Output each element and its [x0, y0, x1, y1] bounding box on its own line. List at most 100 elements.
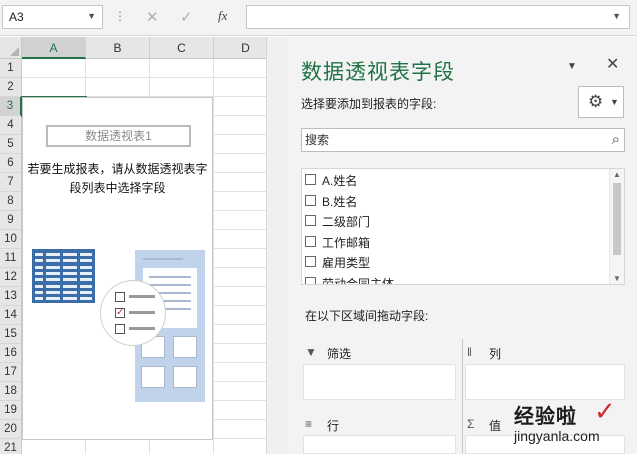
- row-header-19[interactable]: 19: [0, 401, 22, 420]
- illustration-cell: [35, 290, 43, 294]
- column-header-a[interactable]: A: [22, 37, 86, 59]
- field-list-item[interactable]: A.姓名: [302, 170, 608, 190]
- field-checkbox[interactable]: [305, 194, 316, 206]
- field-checkbox[interactable]: [305, 235, 316, 247]
- row-header-3[interactable]: 3: [0, 97, 22, 116]
- field-checkbox[interactable]: [305, 215, 316, 226]
- illustration-cell: [80, 259, 92, 263]
- chevron-down-icon: ▼: [610, 97, 619, 107]
- filter-icon: ▼: [305, 345, 317, 359]
- scroll-up-icon[interactable]: ▲: [613, 170, 621, 179]
- row-header-15[interactable]: 15: [0, 325, 22, 344]
- field-checkbox[interactable]: [305, 174, 316, 185]
- illustration-cell: [46, 271, 60, 275]
- field-list-item[interactable]: B.姓名: [302, 191, 608, 211]
- illustration-cell: [80, 253, 92, 256]
- pane-splitter[interactable]: [266, 37, 287, 454]
- row-header-14[interactable]: 14: [0, 306, 22, 325]
- row-header-21[interactable]: 21: [0, 439, 22, 454]
- row-header-6[interactable]: 6: [0, 154, 22, 173]
- scroll-thumb[interactable]: [613, 183, 621, 255]
- illustration-cell: [46, 297, 60, 301]
- chevron-down-icon[interactable]: ▼: [87, 11, 96, 21]
- rows-icon: ≡: [305, 417, 313, 431]
- illustration-cell: [63, 284, 77, 288]
- columns-area-header: ‖ 列: [467, 342, 617, 364]
- pivot-table-placeholder[interactable]: 数据透视表1 若要生成报表，请从数据透视表字 段列表中选择字段 ✓: [22, 97, 213, 440]
- columns-drop-area[interactable]: [465, 364, 625, 400]
- search-field[interactable]: ⌕: [301, 128, 625, 152]
- insert-function-icon[interactable]: fx: [218, 8, 227, 24]
- field-list-item[interactable]: 二级部门: [302, 211, 608, 231]
- field-list-item[interactable]: 雇用类型: [302, 252, 608, 272]
- row-header-9[interactable]: 9: [0, 211, 22, 230]
- row-header-4[interactable]: 4: [0, 116, 22, 135]
- illustration-cell: [63, 271, 77, 275]
- illustration-cell: [80, 265, 92, 269]
- field-list-item[interactable]: 工作邮箱: [302, 232, 608, 252]
- row-header-13[interactable]: 13: [0, 287, 22, 306]
- table-illustration-icon: [32, 249, 95, 303]
- cancel-icon[interactable]: ✕: [146, 8, 159, 26]
- filter-drop-area[interactable]: [303, 364, 456, 400]
- rows-area-header: ≡ 行: [305, 414, 455, 436]
- row-header-8[interactable]: 8: [0, 192, 22, 211]
- illustration-cell: [46, 290, 60, 294]
- illustration-cell: [63, 253, 77, 256]
- tools-button[interactable]: ⚙ ▼: [578, 86, 624, 118]
- illustration-cell: [80, 271, 92, 275]
- illustration-cell: [80, 284, 92, 288]
- row-header-10[interactable]: 10: [0, 230, 22, 249]
- column-header-c[interactable]: C: [150, 37, 214, 59]
- name-box[interactable]: A3 ▼: [2, 5, 103, 29]
- sum-icon: Σ: [467, 417, 475, 431]
- pivot-instructions-line2: 段列表中选择字段: [69, 181, 166, 195]
- search-icon[interactable]: ⌕: [612, 131, 620, 148]
- checkmark-icon: ✓: [594, 396, 616, 426]
- field-checkbox[interactable]: [305, 256, 316, 267]
- field-label: B.姓名: [322, 194, 358, 209]
- column-header-d[interactable]: D: [214, 37, 266, 59]
- pane-subtitle: 选择要添加到报表的字段:: [301, 97, 437, 111]
- row-header-7[interactable]: 7: [0, 173, 22, 192]
- field-list-item[interactable]: 劳动合同主体: [302, 273, 608, 284]
- spreadsheet-grid[interactable]: A B C D 1 2 3 4 5 6 7 8 9 10 11 12 13 14 15 16 17 18 19 20 2…: [0, 37, 266, 454]
- illustration-cell: [80, 278, 92, 282]
- column-header-b[interactable]: B: [86, 37, 150, 59]
- row-header-16[interactable]: 16: [0, 344, 22, 363]
- illustration-cell: [63, 297, 77, 301]
- field-list-scrollbar[interactable]: ▲ ▼: [609, 169, 624, 284]
- row-header-18[interactable]: 18: [0, 382, 22, 401]
- rows-drop-area[interactable]: [303, 435, 456, 454]
- formula-input[interactable]: ▼: [246, 5, 630, 29]
- column-gridline: [213, 59, 214, 454]
- name-box-value: A3: [9, 10, 24, 24]
- row-header-5[interactable]: 5: [0, 135, 22, 154]
- select-all-button[interactable]: [0, 37, 22, 59]
- watermark-text: 经验啦: [514, 406, 577, 428]
- field-checkbox[interactable]: [305, 276, 316, 284]
- close-icon[interactable]: ✕: [606, 54, 619, 74]
- field-list[interactable]: A.姓名 B.姓名二级部门工作邮箱雇用类型 劳动合同主体 ▲ ▼: [301, 168, 625, 285]
- columns-area-label: 列: [489, 347, 502, 361]
- scroll-down-icon[interactable]: ▼: [613, 274, 621, 283]
- row-header-20[interactable]: 20: [0, 420, 22, 439]
- row-header-1[interactable]: 1: [0, 59, 22, 78]
- gear-icon: ⚙: [588, 92, 604, 111]
- chevron-down-icon[interactable]: ▼: [567, 61, 577, 72]
- illustration-cell: [80, 290, 92, 294]
- illustration-cell: [80, 297, 92, 301]
- select-all-icon: [10, 47, 19, 56]
- row-header-17[interactable]: 17: [0, 363, 22, 382]
- row-header-11[interactable]: 11: [0, 249, 22, 268]
- illustration-cell: [35, 278, 43, 282]
- illustration-cell: [46, 278, 60, 282]
- enter-icon[interactable]: ✓: [180, 8, 193, 26]
- search-input[interactable]: [305, 132, 595, 148]
- row-header-12[interactable]: 12: [0, 268, 22, 287]
- row-header-2[interactable]: 2: [0, 78, 22, 97]
- expand-formula-icon[interactable]: ▼: [612, 11, 621, 21]
- field-label: 工作邮箱: [322, 235, 371, 250]
- row-gridline: [22, 77, 266, 78]
- watermark-url: jingyanla.com: [514, 428, 600, 444]
